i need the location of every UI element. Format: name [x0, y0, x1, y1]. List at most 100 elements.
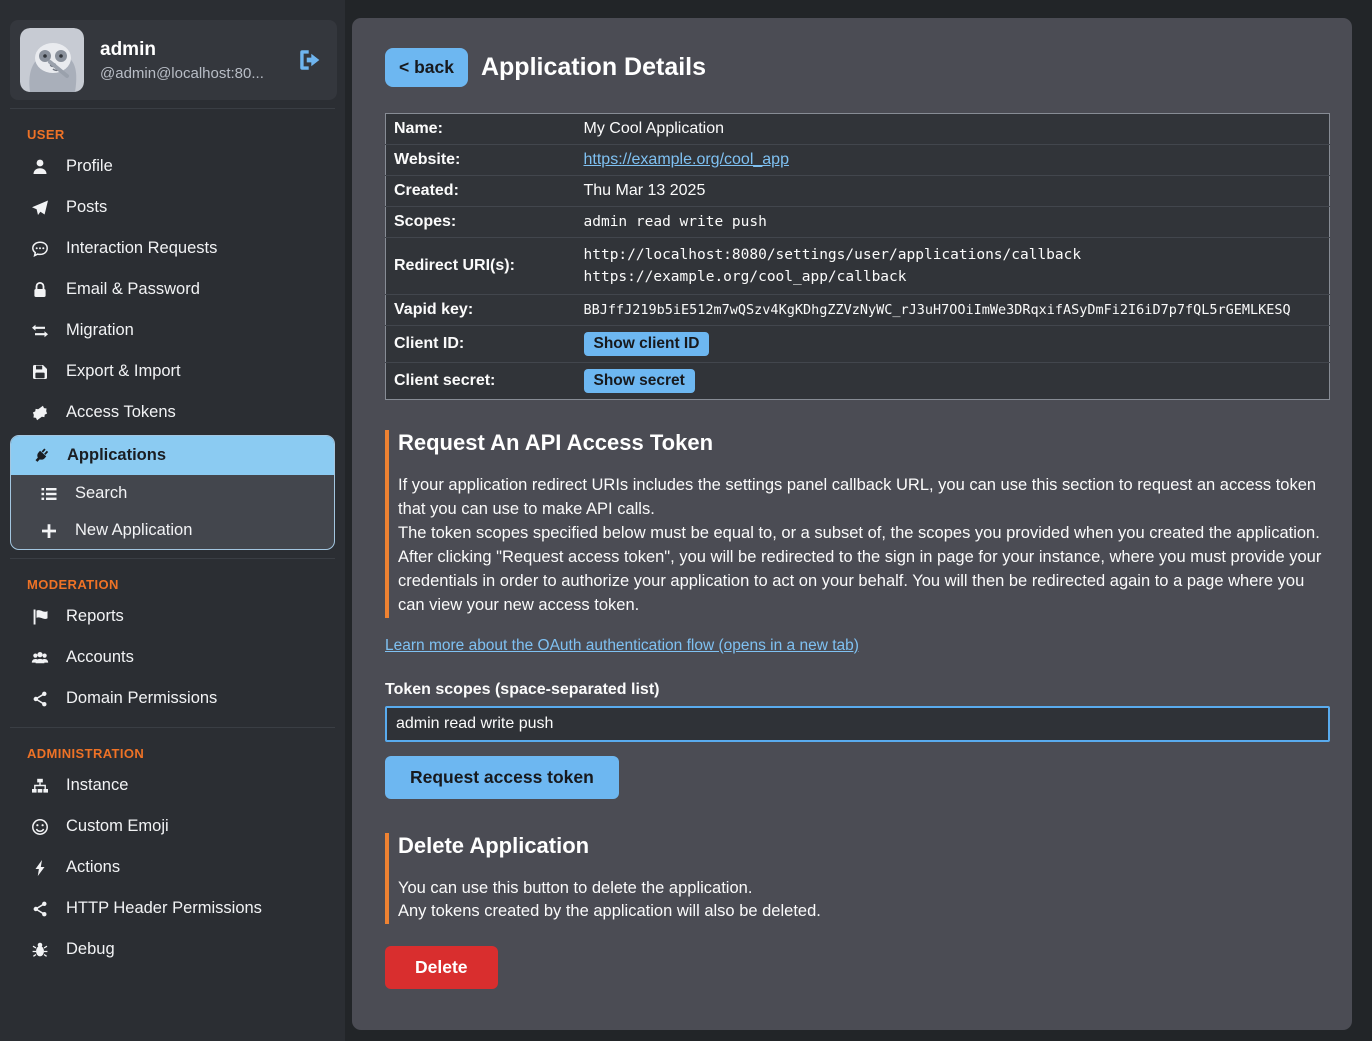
- applications-nav-block: Applications Search New Application: [10, 435, 335, 550]
- sidebar-item-label: Custom Emoji: [66, 817, 169, 836]
- bolt-icon: [30, 859, 50, 877]
- comment-dots-icon: [30, 240, 50, 258]
- floppy-disk-icon: [30, 363, 50, 381]
- sidebar-item-posts[interactable]: Posts: [0, 187, 345, 228]
- main-wrap: < back Application Details Name: My Cool…: [345, 0, 1372, 1041]
- user-icon: [30, 158, 50, 176]
- sidebar-item-label: Instance: [66, 776, 128, 795]
- sidebar-item-label: Applications: [67, 446, 166, 465]
- bug-icon: [30, 941, 50, 959]
- scopes-value: admin read write push: [576, 207, 1330, 238]
- delete-section: Delete Application You can use this butt…: [385, 833, 1330, 925]
- show-client-id-button[interactable]: Show client ID: [584, 332, 710, 356]
- sidebar-item-debug[interactable]: Debug: [0, 929, 345, 970]
- divider: [10, 108, 335, 109]
- delete-button[interactable]: Delete: [385, 946, 498, 989]
- plus-icon: [39, 522, 59, 540]
- vapid-key-value: BBJffJ219b5iE512m7wQSzv4KgKDhgZZVzNyWC_r…: [576, 295, 1330, 326]
- redirect-uris-label: Redirect URI(s):: [386, 238, 576, 295]
- sidebar-item-email-password[interactable]: Email & Password: [0, 269, 345, 310]
- oauth-learn-more-link[interactable]: Learn more about the OAuth authenticatio…: [385, 637, 859, 655]
- redirect-uris-value: http://localhost:8080/settings/user/appl…: [576, 238, 1330, 295]
- list-icon: [39, 485, 59, 503]
- back-button[interactable]: < back: [385, 48, 468, 87]
- redirect-uri: https://example.org/cool_app/callback: [584, 266, 1322, 288]
- sidebar-item-label: HTTP Header Permissions: [66, 899, 262, 918]
- share-nodes-icon: [30, 900, 50, 918]
- sidebar-item-label: New Application: [75, 521, 192, 540]
- token-section-paragraph: The token scopes specified below must be…: [398, 522, 1330, 546]
- avatar: [20, 28, 84, 92]
- sidebar-item-instance[interactable]: Instance: [0, 765, 345, 806]
- sidebar-item-access-tokens[interactable]: Access Tokens: [0, 392, 345, 433]
- website-label: Website:: [386, 145, 576, 176]
- sidebar-item-profile[interactable]: Profile: [0, 146, 345, 187]
- created-label: Created:: [386, 176, 576, 207]
- main-panel: < back Application Details Name: My Cool…: [352, 18, 1352, 1030]
- table-row-website: Website: https://example.org/cool_app: [386, 145, 1330, 176]
- title-row: < back Application Details: [385, 48, 1330, 87]
- logout-icon[interactable]: [297, 47, 323, 73]
- plug-icon: [31, 447, 51, 465]
- sidebar-item-actions[interactable]: Actions: [0, 847, 345, 888]
- scopes-label: Scopes:: [386, 207, 576, 238]
- sidebar-item-label: Posts: [66, 198, 107, 217]
- sidebar-item-label: Accounts: [66, 648, 134, 667]
- user-card: admin @admin@localhost:80...: [10, 20, 337, 100]
- sidebar-item-label: Export & Import: [66, 362, 181, 381]
- token-section-title: Request An API Access Token: [398, 430, 1330, 456]
- sidebar: admin @admin@localhost:80... USER Profil…: [0, 0, 345, 1041]
- table-row-redirect-uris: Redirect URI(s): http://localhost:8080/s…: [386, 238, 1330, 295]
- sidebar-item-http-header-permissions[interactable]: HTTP Header Permissions: [0, 888, 345, 929]
- sidebar-item-custom-emoji[interactable]: Custom Emoji: [0, 806, 345, 847]
- share-nodes-icon: [30, 690, 50, 708]
- token-scopes-input[interactable]: [385, 706, 1330, 742]
- sidebar-item-export-import[interactable]: Export & Import: [0, 351, 345, 392]
- token-scopes-label: Token scopes (space-separated list): [385, 681, 1330, 699]
- user-handle: @admin@localhost:80...: [100, 65, 297, 82]
- table-row-name: Name: My Cool Application: [386, 114, 1330, 145]
- redirect-uri: http://localhost:8080/settings/user/appl…: [584, 244, 1322, 266]
- sidebar-item-label: Profile: [66, 157, 113, 176]
- arrows-left-right-icon: [30, 322, 50, 340]
- created-value: Thu Mar 13 2025: [576, 176, 1330, 207]
- sidebar-item-label: Interaction Requests: [66, 239, 217, 258]
- sidebar-item-label: Email & Password: [66, 280, 200, 299]
- sidebar-item-applications[interactable]: Applications: [11, 436, 334, 475]
- show-secret-button[interactable]: Show secret: [584, 369, 695, 393]
- page-title: Application Details: [481, 53, 706, 82]
- client-secret-label: Client secret:: [386, 363, 576, 400]
- smile-icon: [30, 818, 50, 836]
- request-access-token-button[interactable]: Request access token: [385, 756, 619, 799]
- table-row-scopes: Scopes: admin read write push: [386, 207, 1330, 238]
- divider: [10, 727, 335, 728]
- sidebar-item-applications-search[interactable]: Search: [11, 475, 334, 512]
- token-scopes-form: Token scopes (space-separated list) Requ…: [385, 681, 1330, 799]
- table-row-client-secret: Client secret: Show secret: [386, 363, 1330, 400]
- sidebar-item-domain-permissions[interactable]: Domain Permissions: [0, 678, 345, 719]
- token-section-paragraph: If your application redirect URIs includ…: [398, 474, 1330, 522]
- sidebar-item-migration[interactable]: Migration: [0, 310, 345, 351]
- sidebar-item-label: Reports: [66, 607, 124, 626]
- divider: [10, 558, 335, 559]
- sidebar-item-applications-new[interactable]: New Application: [11, 512, 334, 549]
- section-label-moderation: MODERATION: [27, 577, 345, 592]
- table-row-client-id: Client ID: Show client ID: [386, 326, 1330, 363]
- delete-section-line: You can use this button to delete the ap…: [398, 877, 1330, 901]
- table-row-created: Created: Thu Mar 13 2025: [386, 176, 1330, 207]
- website-link[interactable]: https://example.org/cool_app: [584, 151, 789, 168]
- sidebar-item-label: Debug: [66, 940, 115, 959]
- application-details-table: Name: My Cool Application Website: https…: [385, 113, 1330, 400]
- sidebar-item-interaction-requests[interactable]: Interaction Requests: [0, 228, 345, 269]
- token-section-paragraph: After clicking "Request access token", y…: [398, 546, 1330, 618]
- section-label-user: USER: [27, 127, 345, 142]
- sidebar-item-reports[interactable]: Reports: [0, 596, 345, 637]
- token-section: Request An API Access Token If your appl…: [385, 430, 1330, 618]
- sidebar-item-label: Migration: [66, 321, 134, 340]
- sidebar-item-label: Search: [75, 484, 127, 503]
- sidebar-item-accounts[interactable]: Accounts: [0, 637, 345, 678]
- lock-icon: [30, 281, 50, 299]
- delete-section-line: Any tokens created by the application wi…: [398, 900, 1330, 924]
- sidebar-item-label: Domain Permissions: [66, 689, 217, 708]
- client-id-label: Client ID:: [386, 326, 576, 363]
